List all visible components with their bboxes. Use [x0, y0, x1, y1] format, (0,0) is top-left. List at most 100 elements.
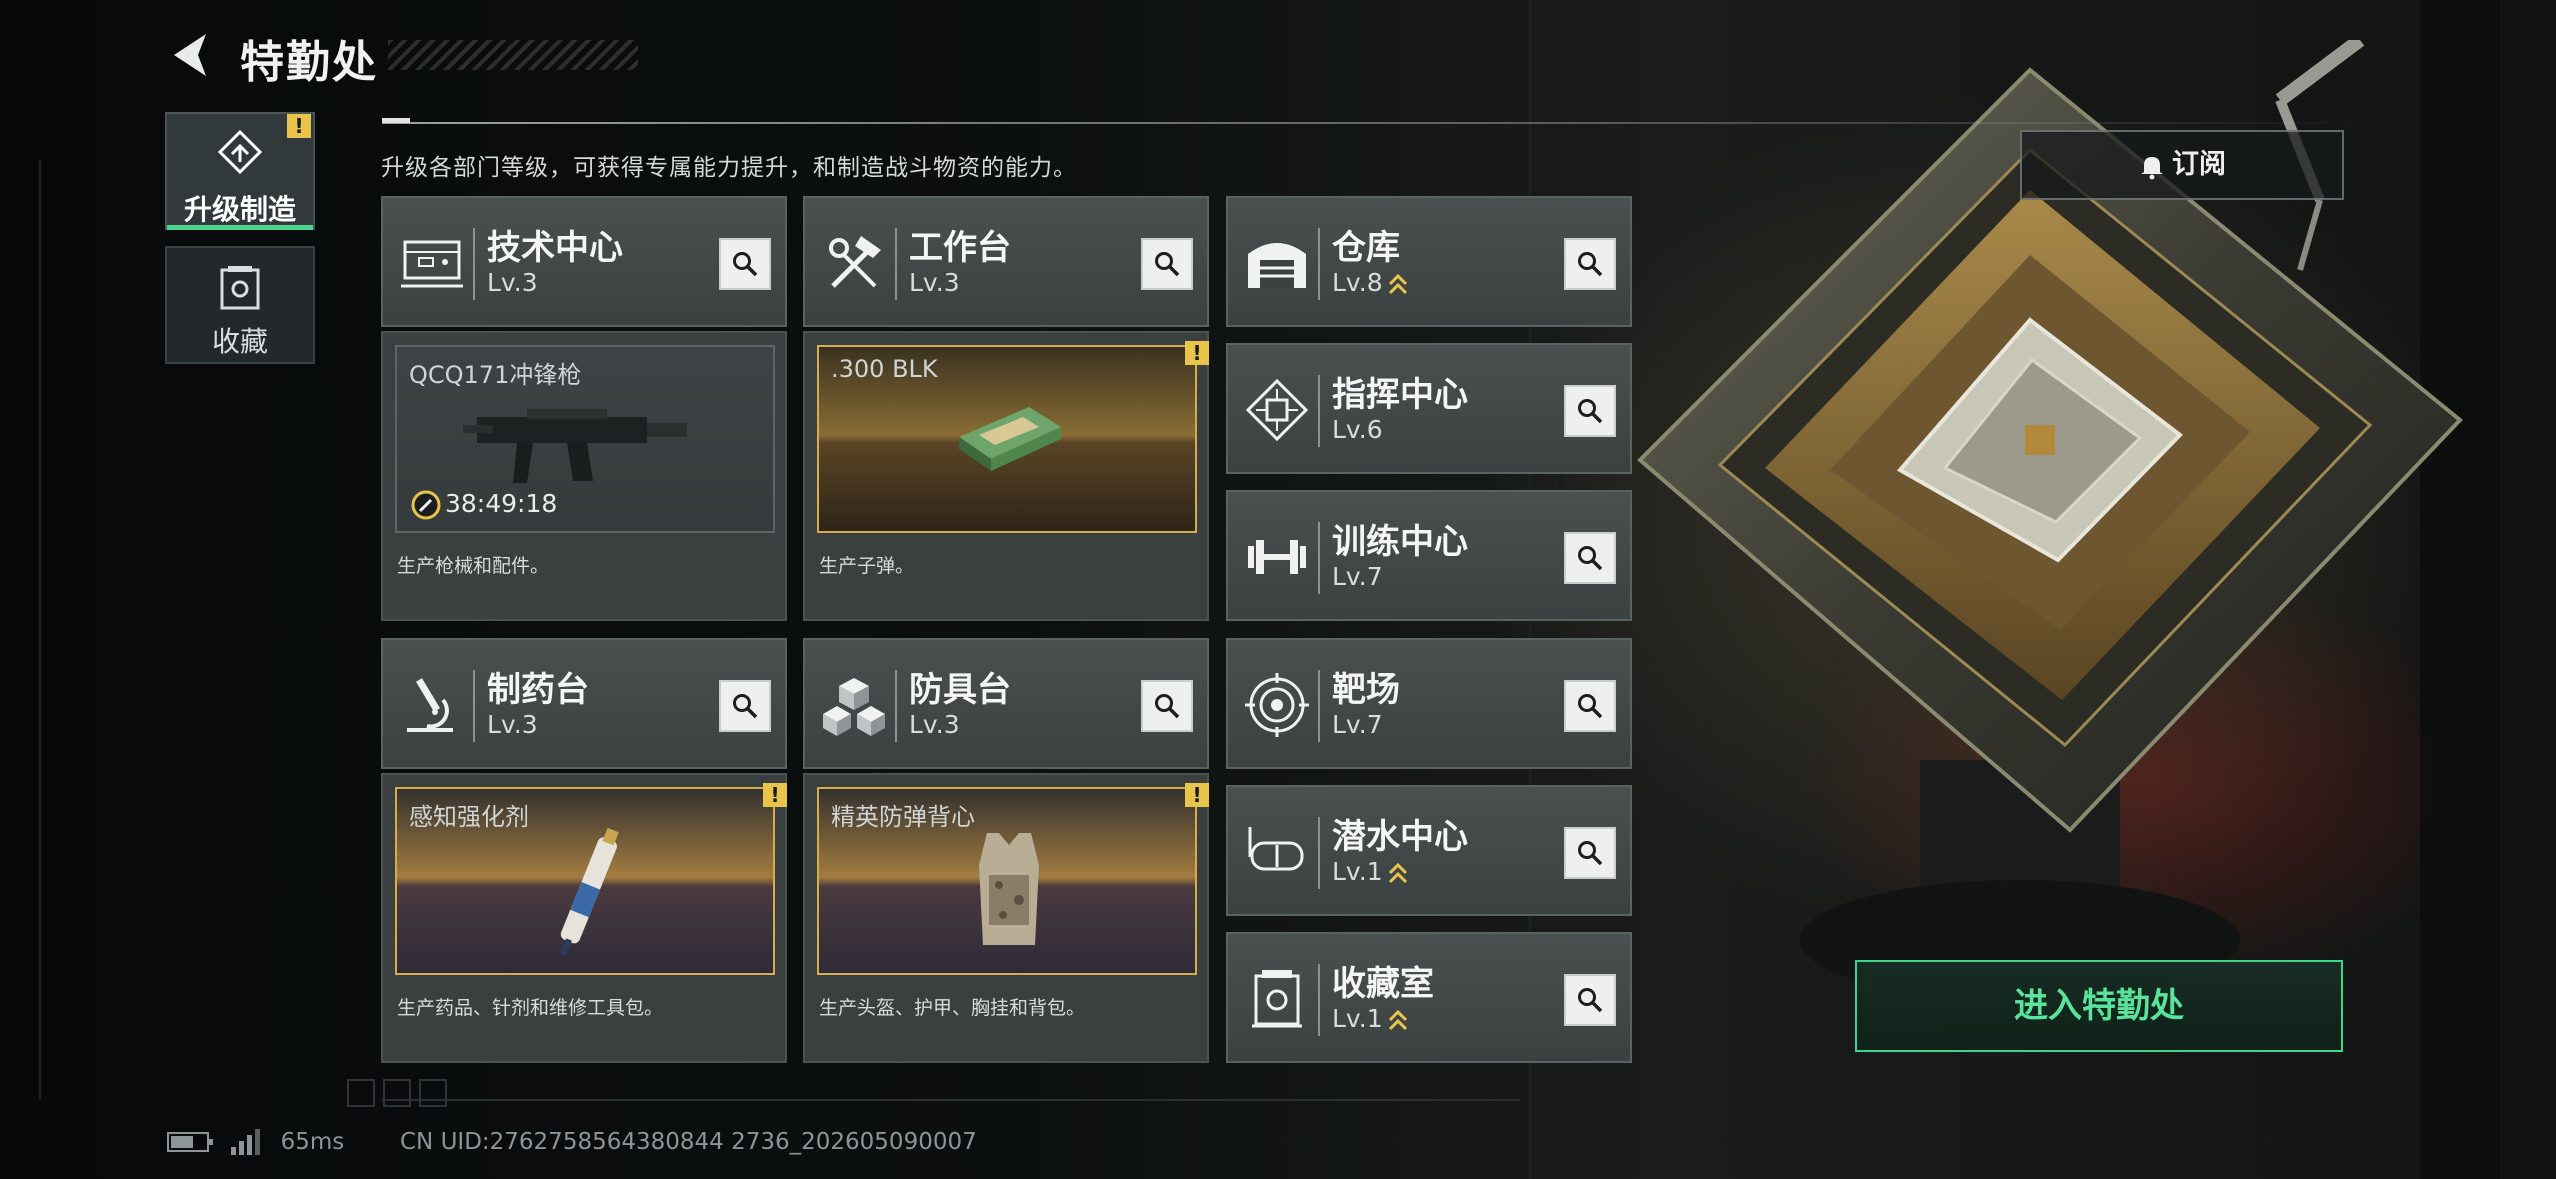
production-slot[interactable]: QCQ171冲锋枪 38:49:18: [395, 345, 775, 533]
inspect-button[interactable]: [1564, 532, 1616, 584]
production-slot[interactable]: .300 BLK: [817, 345, 1197, 533]
production-description: 生产子弹。: [819, 555, 915, 577]
facility-card-collection-room[interactable]: 收藏室 Lv.1: [1226, 932, 1632, 1063]
search-icon: [1578, 694, 1603, 719]
dumbbell-icon: [1248, 540, 1306, 574]
enter-special-ops-button[interactable]: 进入特勤处: [1855, 960, 2343, 1052]
separator: [895, 670, 897, 742]
alert-badge: !: [763, 783, 787, 807]
facility-level-value: Lv.1: [1332, 1004, 1383, 1033]
dept-level: Lv.3: [909, 710, 960, 739]
search-icon: [1155, 694, 1180, 719]
facility-level-value: Lv.8: [1332, 268, 1383, 297]
dept-card-armor-bench[interactable]: 防具台 Lv.3: [803, 638, 1209, 769]
production-card-workbench[interactable]: .300 BLK ! 生产子弹。: [803, 331, 1209, 621]
production-description: 生产药品、针剂和维修工具包。: [397, 997, 664, 1019]
inspect-button[interactable]: [719, 238, 771, 290]
separator: [1318, 964, 1320, 1036]
page-description: 升级各部门等级，可获得专属能力提升，和制造战斗物资的能力。: [381, 155, 1077, 181]
target-icon: [1245, 673, 1309, 737]
tab-upgrade-craft[interactable]: 升级制造 !: [165, 112, 315, 230]
diving-mask-icon: [1248, 827, 1304, 871]
production-description: 生产枪械和配件。: [397, 555, 550, 577]
blocks-icon: [823, 678, 885, 736]
production-item-name: 精英防弹背心: [831, 803, 975, 831]
tab-upgrade-craft-label: 升级制造: [183, 193, 296, 226]
battery-icon: [167, 1132, 213, 1152]
separator: [1318, 375, 1320, 447]
facility-card-command-center[interactable]: 指挥中心 Lv.6: [1226, 343, 1632, 474]
alert-badge: !: [287, 114, 311, 138]
production-description: 生产头盔、护甲、胸挂和背包。: [819, 997, 1086, 1019]
subscribe-label: 订阅: [2172, 149, 2226, 180]
wrench-timer-icon: [411, 490, 441, 520]
dept-name: 技术中心: [487, 228, 623, 268]
inspect-button[interactable]: [1564, 974, 1616, 1026]
production-item-name: QCQ171冲锋枪: [409, 361, 582, 389]
inspect-button[interactable]: [1141, 680, 1193, 732]
computer-icon: [401, 240, 463, 288]
dept-name: 工作台: [909, 228, 1011, 268]
status-bar: 65ms: [166, 1127, 344, 1157]
warehouse-icon: [1248, 243, 1306, 288]
chip-icon: [1245, 378, 1309, 442]
bell-icon: [2141, 156, 2163, 179]
injector-image: [560, 827, 619, 956]
inspect-button[interactable]: [1564, 385, 1616, 437]
tools-icon: [829, 236, 881, 288]
tab-collection[interactable]: 收藏: [165, 246, 315, 364]
alert-badge: !: [1185, 783, 1209, 807]
divider-tick: [382, 118, 410, 123]
dept-level: Lv.3: [487, 710, 538, 739]
inspect-button[interactable]: [1564, 827, 1616, 879]
subscribe-button[interactable]: 订阅: [2020, 130, 2344, 200]
inspect-button[interactable]: [1141, 238, 1193, 290]
inspect-button[interactable]: [1564, 680, 1616, 732]
facility-name: 指挥中心: [1332, 375, 1468, 415]
separator: [895, 228, 897, 300]
tab-collection-label: 收藏: [211, 325, 268, 358]
signal-icon: [231, 1129, 261, 1155]
facility-level: Lv.7: [1332, 710, 1383, 739]
page-title: 特勤处: [240, 37, 378, 88]
search-icon: [1578, 399, 1603, 424]
facility-name: 收藏室: [1332, 964, 1434, 1004]
production-slot[interactable]: 感知强化剂: [395, 787, 775, 975]
separator: [1318, 817, 1320, 889]
facility-card-diving-center[interactable]: 潜水中心 Lv.1: [1226, 785, 1632, 916]
facility-level: Lv.1: [1332, 857, 1409, 886]
collection-icon: [1252, 970, 1302, 1028]
facility-level: Lv.8: [1332, 268, 1409, 297]
inspect-button[interactable]: [1564, 238, 1616, 290]
dept-level: Lv.3: [909, 268, 960, 297]
facility-card-training-center[interactable]: 训练中心 Lv.7: [1226, 490, 1632, 621]
inspect-button[interactable]: [719, 680, 771, 732]
production-card-armor-bench[interactable]: 精英防弹背心 ! 生产头盔、护甲、胸挂和背包。: [803, 773, 1209, 1063]
armor-vest-image: [979, 833, 1039, 945]
production-slot[interactable]: 精英防弹背心: [817, 787, 1197, 975]
search-icon: [733, 694, 758, 719]
separator: [1318, 228, 1320, 300]
timer-value: 38:49:18: [445, 489, 558, 518]
facility-card-shooting-range[interactable]: 靶场 Lv.7: [1226, 638, 1632, 769]
dept-name: 制药台: [487, 670, 589, 710]
production-card-pharmacy[interactable]: 感知强化剂 ! 生产药品、针剂和维修工具包。: [381, 773, 787, 1063]
search-icon: [1578, 546, 1603, 571]
search-icon: [733, 252, 758, 277]
back-arrow-icon[interactable]: [166, 30, 216, 80]
ammo-box-image: [959, 407, 1061, 471]
search-icon: [1155, 252, 1180, 277]
separator: [1318, 670, 1320, 742]
dept-card-pharmacy[interactable]: 制药台 Lv.3: [381, 638, 787, 769]
facility-name: 训练中心: [1332, 522, 1468, 562]
dept-card-workbench[interactable]: 工作台 Lv.3: [803, 196, 1209, 327]
divider: [382, 122, 2382, 124]
facility-name: 潜水中心: [1332, 817, 1468, 857]
dept-card-tech-center[interactable]: 技术中心 Lv.3: [381, 196, 787, 327]
facility-card-warehouse[interactable]: 仓库 Lv.8: [1226, 196, 1632, 327]
separator: [473, 228, 475, 300]
upgrade-arrow-icon: [1388, 273, 1407, 295]
alert-badge: !: [1185, 341, 1209, 365]
facility-level: Lv.6: [1332, 415, 1383, 444]
production-card-tech-center[interactable]: QCQ171冲锋枪 38:49:18 生产枪械和配件。: [381, 331, 787, 621]
